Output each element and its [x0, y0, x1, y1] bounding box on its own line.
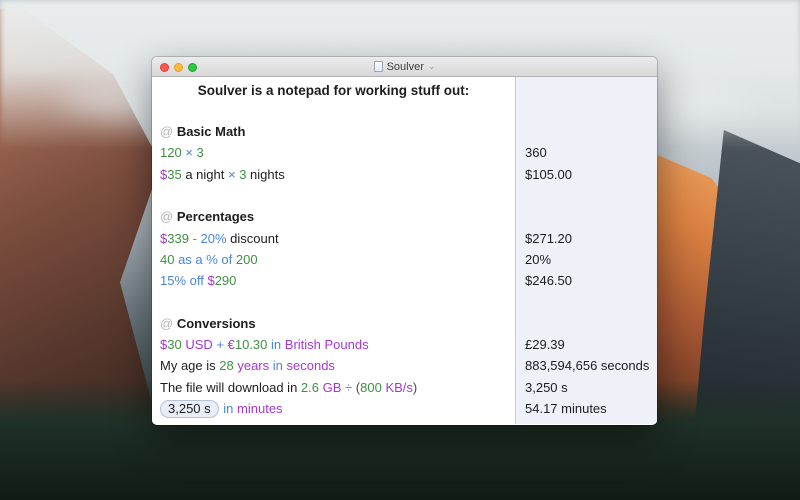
- answer-cell: 360: [515, 145, 657, 160]
- expression-row: The file will download in 2.6 GB ÷ (800 …: [152, 377, 657, 398]
- section-heading-row: @ Basic Math: [152, 121, 657, 142]
- expression-token: in: [273, 358, 283, 373]
- answer-cell: 883,594,656 seconds: [515, 358, 657, 373]
- expression-token: GB: [323, 380, 342, 395]
- answer-cell: $246.50: [515, 273, 657, 288]
- expression-token: The file will download in: [160, 380, 301, 395]
- expression-token: nights: [246, 167, 284, 182]
- zoom-button[interactable]: [188, 63, 197, 72]
- section-heading: Percentages: [177, 209, 254, 224]
- expression-token: USD: [185, 337, 212, 352]
- expression-token: 3: [197, 145, 204, 160]
- expression-token: a night: [182, 167, 228, 182]
- expression-token: - 20%: [193, 231, 227, 246]
- expression-token: +: [216, 337, 224, 352]
- expression-token: ×: [228, 167, 236, 182]
- expression-cell[interactable]: @ Basic Math: [152, 124, 515, 139]
- expression-row: 3,250 s in minutes54.17 minutes: [152, 398, 657, 419]
- window-title-proxy[interactable]: Soulver ⌄: [374, 61, 436, 73]
- blank-row: [152, 291, 657, 312]
- expression-row: My age is 28 years in seconds883,594,656…: [152, 355, 657, 376]
- expression-token: ): [413, 380, 417, 395]
- expression-cell[interactable]: $30 USD + €10.30 in British Pounds: [152, 337, 515, 352]
- expression-token: as a % of: [174, 252, 235, 267]
- expression-cell[interactable]: 3,250 s in minutes: [152, 401, 515, 416]
- window-title: Soulver: [387, 61, 424, 73]
- close-button[interactable]: [160, 63, 169, 72]
- expression-cell[interactable]: 120 × 3: [152, 145, 515, 160]
- expression-token: minutes: [237, 401, 283, 416]
- expression-token: KB/s: [385, 380, 412, 395]
- heading-prefix: @: [160, 316, 177, 331]
- expression-token: 10.30: [235, 337, 268, 352]
- expression-cell[interactable]: @ Conversions: [152, 316, 515, 331]
- expression-cell[interactable]: My age is 28 years in seconds: [152, 358, 515, 373]
- expression-token: 290: [215, 273, 237, 288]
- expression-row: 120 × 3360: [152, 142, 657, 163]
- document-icon: [374, 61, 383, 72]
- expression-token: €: [228, 337, 235, 352]
- expression-row: $339 - 20% discount$271.20: [152, 227, 657, 248]
- answer-cell: £29.39: [515, 337, 657, 352]
- answer-cell: 20%: [515, 252, 657, 267]
- desktop-wallpaper: Soulver ⌄ Soulver is a notepad for worki…: [0, 0, 800, 500]
- answer-cell: 3,250 s: [515, 380, 657, 395]
- expression-token: years: [237, 358, 269, 373]
- value-token: 3,250 s: [160, 400, 219, 418]
- window-controls: [160, 57, 197, 77]
- expression-token: in: [271, 337, 281, 352]
- expression-token: 2.6: [301, 380, 319, 395]
- heading-prefix: @: [160, 124, 177, 139]
- expression-token: $: [207, 273, 214, 288]
- expression-token: 800: [360, 380, 382, 395]
- soulver-window: Soulver ⌄ Soulver is a notepad for worki…: [152, 57, 657, 425]
- expression-row: 15% off $290$246.50: [152, 270, 657, 291]
- expression-token: 28: [219, 358, 233, 373]
- expression-token: 120: [160, 145, 182, 160]
- expression-token: 35: [167, 167, 181, 182]
- expression-token: My age is: [160, 358, 219, 373]
- section-heading: Basic Math: [177, 124, 246, 139]
- expression-token: British Pounds: [285, 337, 369, 352]
- expression-token: 339: [167, 231, 189, 246]
- expression-row: $30 USD + €10.30 in British Pounds£29.39: [152, 334, 657, 355]
- answer-cell: $105.00: [515, 167, 657, 182]
- minimize-button[interactable]: [174, 63, 183, 72]
- section-heading: Conversions: [177, 316, 256, 331]
- answer-cell: 54.17 minutes: [515, 401, 657, 416]
- lines: @ Basic Math120 × 3360$35 a night × 3 ni…: [152, 121, 657, 419]
- expression-cell[interactable]: $339 - 20% discount: [152, 231, 515, 246]
- expression-token: 200: [236, 252, 258, 267]
- expression-token: 40: [160, 252, 174, 267]
- expression-cell[interactable]: @ Percentages: [152, 209, 515, 224]
- blank-row: [152, 185, 657, 206]
- expression-row: 40 as a % of 20020%: [152, 249, 657, 270]
- expression-cell[interactable]: 15% off $290: [152, 273, 515, 288]
- expression-token: (: [352, 380, 360, 395]
- section-heading-row: @ Percentages: [152, 206, 657, 227]
- expression-token: in: [223, 401, 233, 416]
- expression-row: $35 a night × 3 nights$105.00: [152, 164, 657, 185]
- soulver-sheet: Soulver is a notepad for working stuff o…: [152, 77, 657, 424]
- heading-prefix: @: [160, 209, 177, 224]
- expression-cell[interactable]: 40 as a % of 200: [152, 252, 515, 267]
- expression-token: seconds: [287, 358, 335, 373]
- expression-token: 15% off: [160, 273, 207, 288]
- expression-cell[interactable]: The file will download in 2.6 GB ÷ (800 …: [152, 380, 515, 395]
- title-bar[interactable]: Soulver ⌄: [152, 57, 657, 77]
- expression-token: 30: [167, 337, 181, 352]
- answer-cell: $271.20: [515, 231, 657, 246]
- chevron-down-icon: ⌄: [428, 62, 436, 71]
- expression-cell[interactable]: $35 a night × 3 nights: [152, 167, 515, 182]
- document-header[interactable]: Soulver is a notepad for working stuff o…: [152, 77, 515, 121]
- expression-token: discount: [227, 231, 279, 246]
- expression-token: ×: [182, 145, 197, 160]
- section-heading-row: @ Conversions: [152, 313, 657, 334]
